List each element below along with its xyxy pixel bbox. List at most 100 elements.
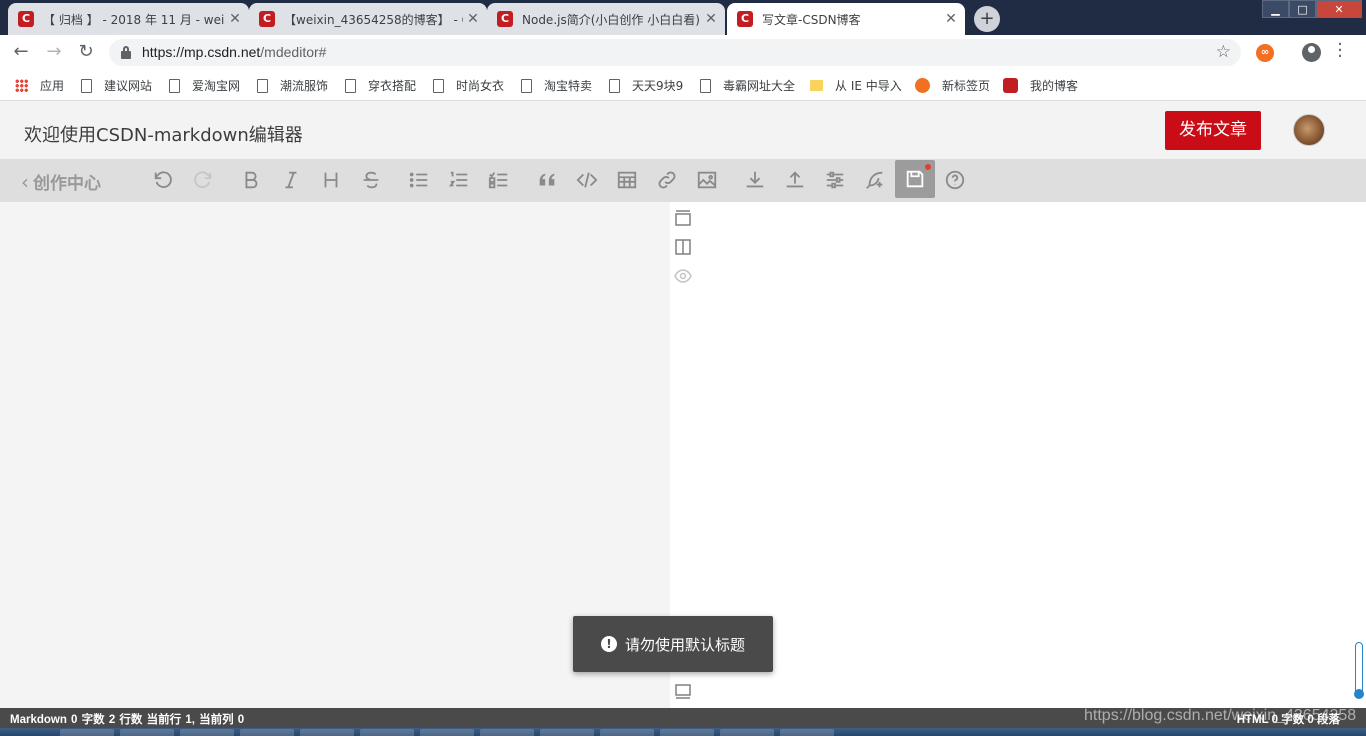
publish-article-button[interactable]: 发布文章 (1165, 111, 1261, 150)
preview-eye-icon[interactable] (674, 267, 692, 285)
tab-title: 写文章-CSDN博客 (762, 12, 861, 27)
heading-icon[interactable] (318, 167, 344, 193)
taskbar-button[interactable] (300, 729, 354, 736)
bookmark-folder-ie[interactable]: 从 IE 中导入 (810, 77, 902, 94)
reload-icon[interactable]: ↻ (74, 41, 98, 65)
taskbar-button[interactable] (60, 729, 114, 736)
back-to-creation-center-link[interactable]: ‹ 创作中心 (21, 169, 101, 195)
taskbar-button[interactable] (180, 729, 234, 736)
layout-top-icon[interactable] (674, 209, 692, 227)
download-icon[interactable] (742, 167, 768, 193)
taskbar-button[interactable] (360, 729, 414, 736)
scroll-thermometer-widget[interactable] (1354, 642, 1364, 699)
editor-toolbar: ‹ 创作中心 (0, 159, 1366, 202)
browser-tab-strip: C 【 归档 】 - 2018 年 11 月 - weixin ✕ C 【wei… (0, 0, 1366, 35)
bookmark-my-blog[interactable]: 我的博客 (1003, 77, 1078, 94)
link-icon[interactable] (654, 167, 680, 193)
bookmark-item[interactable]: 穿衣搭配 (345, 77, 416, 94)
taskbar-button[interactable] (480, 729, 534, 736)
close-tab-icon[interactable]: ✕ (941, 11, 961, 27)
window-minimize-button[interactable]: ▁ (1262, 0, 1289, 18)
taskbar-button[interactable] (600, 729, 654, 736)
new-tab-button[interactable]: + (974, 6, 1000, 32)
address-bar[interactable]: https://mp.csdn.net/mdeditor# ☆ (109, 39, 1241, 66)
browser-menu-icon[interactable]: · · · (1337, 36, 1343, 66)
extension-icon[interactable]: ∞ (1256, 44, 1274, 62)
close-tab-icon[interactable]: ✕ (701, 11, 721, 27)
page-icon (257, 78, 268, 93)
browser-tab-4-active[interactable]: C 写文章-CSDN博客 ✕ (727, 3, 965, 35)
taskbar-button[interactable] (240, 729, 294, 736)
taskbar-button[interactable] (660, 729, 714, 736)
image-icon[interactable] (694, 167, 720, 193)
watermark-url: https://blog.csdn.net/weixin_43654258 (1084, 707, 1357, 724)
close-tab-icon[interactable]: ✕ (463, 11, 483, 27)
upload-icon[interactable] (782, 167, 808, 193)
bookmark-star-icon[interactable]: ☆ (1216, 42, 1231, 62)
browser-tab-2[interactable]: C 【weixin_43654258的博客】 - CSDN ✕ (249, 3, 487, 35)
extension-icon (915, 78, 930, 93)
bookmarks-bar: 应用 建议网站 爱淘宝网 潮流服饰 穿衣搭配 时尚女衣 淘宝特卖 天天9块9 毒… (0, 70, 1366, 101)
page-icon (609, 78, 620, 93)
task-list-icon[interactable] (486, 167, 512, 193)
taskbar-button[interactable] (720, 729, 774, 736)
browser-toolbar: ← → ↻ https://mp.csdn.net/mdeditor# ☆ (0, 35, 1366, 70)
csdn-favicon-icon: C (497, 11, 513, 27)
bookmark-new-tab-page[interactable]: 新标签页 (915, 77, 990, 94)
save-draft-button[interactable] (895, 160, 935, 198)
bookmark-item[interactable]: 潮流服饰 (257, 77, 328, 94)
page-icon (700, 78, 711, 93)
csdn-favicon-icon: C (18, 11, 34, 27)
editor-header: 欢迎使用CSDN-markdown编辑器 发布文章 (0, 101, 1366, 159)
window-close-button[interactable]: ✕ (1316, 0, 1362, 18)
markdown-editor-pane[interactable] (0, 202, 670, 708)
feather-icon[interactable] (862, 167, 888, 193)
page-icon (345, 78, 356, 93)
page-icon (169, 78, 180, 93)
fullscreen-icon[interactable] (674, 682, 692, 700)
split-view-icon[interactable] (674, 238, 692, 256)
settings-icon[interactable] (822, 167, 848, 193)
page-icon (433, 78, 444, 93)
warning-icon: ! (600, 636, 617, 652)
back-arrow-icon[interactable]: ← (9, 41, 33, 65)
italic-icon[interactable] (278, 167, 304, 193)
taskbar-button[interactable] (120, 729, 174, 736)
ordered-list-icon[interactable] (446, 167, 472, 193)
lock-icon (121, 46, 131, 59)
bookmark-item[interactable]: 爱淘宝网 (169, 77, 240, 94)
browser-tab-1[interactable]: C 【 归档 】 - 2018 年 11 月 - weixin ✕ (8, 3, 249, 35)
toast-notification: ! 请勿使用默认标题 (573, 616, 773, 672)
avatar[interactable] (1293, 114, 1325, 146)
bookmark-item[interactable]: 淘宝特卖 (521, 77, 592, 94)
browser-tab-3[interactable]: C Node.js简介(小白创作 小白白看) ✕ (487, 3, 725, 35)
quote-icon[interactable] (534, 167, 560, 193)
taskbar-button[interactable] (780, 729, 834, 736)
taskbar-button[interactable] (420, 729, 474, 736)
redo-icon[interactable] (190, 167, 216, 193)
chevron-left-icon: ‹ (21, 169, 29, 194)
bookmark-item[interactable]: 天天9块9 (609, 77, 683, 94)
tab-title: Node.js简介(小白创作 小白白看) (522, 12, 700, 27)
taskbar-button[interactable] (540, 729, 594, 736)
bookmark-apps[interactable]: 应用 (15, 77, 64, 94)
bookmark-item[interactable]: 时尚女衣 (433, 77, 504, 94)
help-icon[interactable] (942, 167, 968, 193)
table-icon[interactable] (614, 167, 640, 193)
preview-pane (670, 202, 1366, 708)
folder-icon (810, 80, 823, 91)
bookmark-item[interactable]: 毒霸网址大全 (700, 77, 795, 94)
apps-icon (15, 79, 28, 92)
page-icon (81, 78, 92, 93)
bold-icon[interactable] (238, 167, 264, 193)
close-tab-icon[interactable]: ✕ (225, 11, 245, 27)
undo-icon[interactable] (150, 167, 176, 193)
window-maximize-button[interactable]: □ (1289, 0, 1316, 18)
profile-icon[interactable] (1302, 43, 1321, 62)
unordered-list-icon[interactable] (406, 167, 432, 193)
tab-title: 【 归档 】 - 2018 年 11 月 - weixin (43, 12, 225, 27)
bookmark-item[interactable]: 建议网站 (81, 77, 152, 94)
forward-arrow-icon[interactable]: → (42, 41, 66, 65)
code-icon[interactable] (574, 167, 600, 193)
strikethrough-icon[interactable] (358, 167, 384, 193)
